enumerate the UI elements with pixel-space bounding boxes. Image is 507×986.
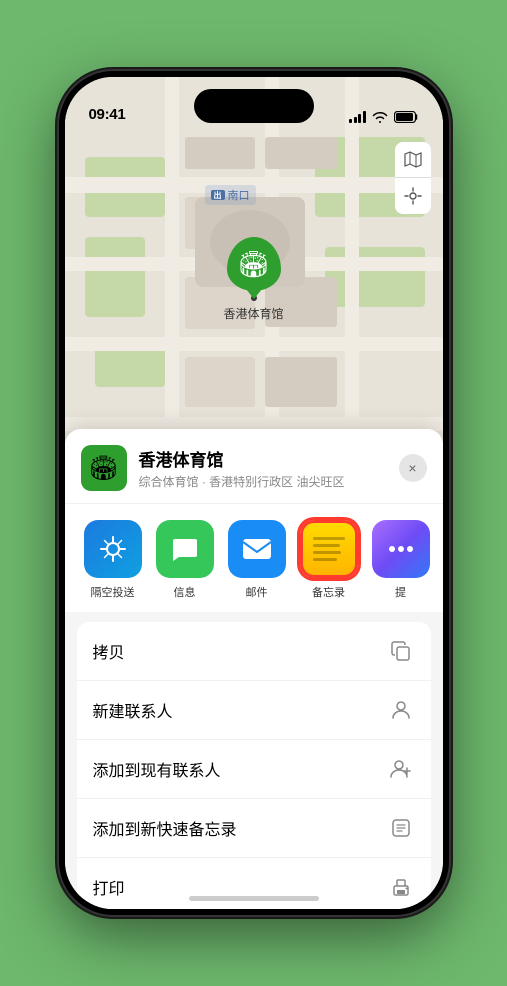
notes-label: 备忘录 (312, 584, 345, 600)
action-copy-label: 拷贝 (93, 639, 125, 663)
person-icon (387, 696, 415, 724)
action-quick-note[interactable]: 添加到新快速备忘录 (77, 799, 431, 858)
notes-line-1 (313, 537, 345, 540)
action-print-label: 打印 (93, 875, 125, 899)
signal-bars (349, 111, 366, 123)
map-controls (395, 142, 431, 214)
copy-icon (387, 637, 415, 665)
signal-bar-3 (358, 114, 361, 123)
share-item-notes[interactable]: 备忘录 (293, 520, 365, 600)
venue-header: 🏟 香港体育馆 综合体育馆 · 香港特别行政区 油尖旺区 × (65, 429, 443, 503)
mail-icon (228, 520, 286, 578)
more-dot-3 (407, 546, 413, 552)
venue-icon: 🏟 (81, 445, 127, 491)
action-new-contact[interactable]: 新建联系人 (77, 681, 431, 740)
venue-desc: 综合体育馆 · 香港特别行政区 油尖旺区 (139, 473, 387, 490)
more-label: 提 (395, 584, 406, 600)
venue-name: 香港体育馆 (139, 446, 387, 471)
share-item-more[interactable]: 提 (365, 520, 437, 600)
more-dots (389, 546, 413, 552)
notes-icon (300, 520, 358, 578)
notes-line-3 (313, 551, 342, 554)
action-quick-note-label: 添加到新快速备忘录 (93, 816, 237, 840)
signal-bar-1 (349, 119, 352, 123)
airdrop-label: 隔空投送 (91, 584, 135, 600)
wifi-icon (372, 111, 388, 123)
phone-frame: 出 南口 (59, 71, 449, 915)
marker-label: 香港体育馆 (223, 305, 283, 322)
notes-line-2 (313, 544, 340, 547)
action-print[interactable]: 打印 (77, 858, 431, 909)
person-add-icon (387, 755, 415, 783)
more-icon (372, 520, 430, 578)
close-button[interactable]: × (399, 454, 427, 482)
printer-icon (387, 873, 415, 901)
action-copy[interactable]: 拷贝 (77, 622, 431, 681)
action-add-existing-contact[interactable]: 添加到现有联系人 (77, 740, 431, 799)
status-time: 09:41 (89, 106, 126, 123)
messages-icon (156, 520, 214, 578)
note-icon (387, 814, 415, 842)
map-type-button[interactable] (395, 142, 431, 178)
bottom-sheet: 🏟 香港体育馆 综合体育馆 · 香港特别行政区 油尖旺区 × (65, 429, 443, 909)
status-icons (349, 111, 419, 123)
action-add-existing-label: 添加到现有联系人 (93, 757, 221, 781)
signal-bar-2 (354, 117, 357, 123)
nankou-icon: 出 (211, 190, 225, 200)
action-new-contact-label: 新建联系人 (93, 698, 173, 722)
location-marker: 🏟 香港体育馆 (223, 237, 283, 322)
venue-info: 香港体育馆 综合体育馆 · 香港特别行政区 油尖旺区 (139, 446, 387, 490)
location-button[interactable] (395, 178, 431, 214)
more-dot-1 (389, 546, 395, 552)
more-dot-2 (398, 546, 404, 552)
notes-line-4 (313, 558, 337, 561)
home-indicator (189, 896, 319, 901)
marker-pin: 🏟 (226, 237, 280, 291)
notes-lines-decoration (313, 533, 345, 565)
phone-screen: 出 南口 (65, 77, 443, 909)
mail-label: 邮件 (246, 584, 268, 600)
share-row: 隔空投送 信息 (65, 503, 443, 612)
dynamic-island (194, 89, 314, 123)
action-list: 拷贝 新建联系人 (77, 622, 431, 909)
share-item-airdrop[interactable]: 隔空投送 (77, 520, 149, 600)
share-item-messages[interactable]: 信息 (149, 520, 221, 600)
signal-bar-4 (363, 111, 366, 123)
nankou-label: 出 南口 (205, 185, 256, 205)
battery-icon (394, 111, 419, 123)
messages-label: 信息 (174, 584, 196, 600)
airdrop-icon (84, 520, 142, 578)
share-item-mail[interactable]: 邮件 (221, 520, 293, 600)
